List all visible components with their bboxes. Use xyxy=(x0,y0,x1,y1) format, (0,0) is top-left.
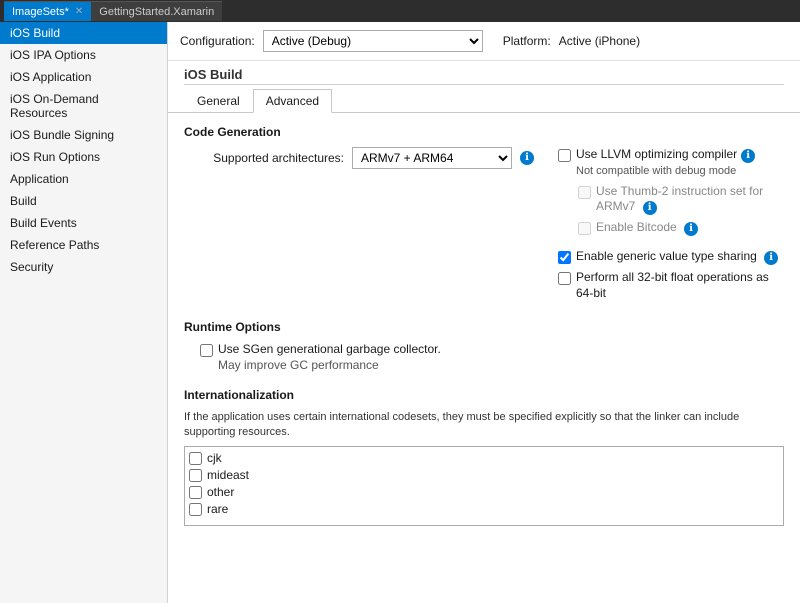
sidebar-item-ios-bundle-signing[interactable]: iOS Bundle Signing xyxy=(0,124,167,146)
sidebar-item-reference-paths[interactable]: Reference Paths xyxy=(0,234,167,256)
bitcode-row: Enable Bitcode ℹ xyxy=(578,220,784,236)
float32-row: Perform all 32-bit float operations as 6… xyxy=(558,270,784,301)
sidebar-item-ios-ipa-options[interactable]: iOS IPA Options xyxy=(0,44,167,66)
llvm-checkbox[interactable] xyxy=(558,149,571,162)
sidebar-item-security[interactable]: Security xyxy=(0,256,167,278)
float32-checkbox[interactable] xyxy=(558,272,571,285)
tab-imagesets[interactable]: ImageSets* ✕ xyxy=(4,1,91,21)
sidebar-item-ios-on-demand[interactable]: iOS On-Demand Resources xyxy=(0,88,167,124)
tab-gettingstarted-label: GettingStarted.Xamarin xyxy=(99,6,214,18)
mideast-checkbox[interactable] xyxy=(189,469,202,482)
intl-list[interactable]: cjk mideast other rare xyxy=(184,446,784,526)
thumb2-checkbox[interactable] xyxy=(578,186,591,199)
tab-imagesets-label: ImageSets* xyxy=(12,6,69,18)
panel-content: Code Generation Supported architectures:… xyxy=(168,113,800,603)
sidebar-item-application[interactable]: Application xyxy=(0,168,167,190)
platform-label: Platform: xyxy=(503,34,551,48)
bitcode-checkbox[interactable] xyxy=(578,222,591,235)
sidebar: iOS Build iOS IPA Options iOS Applicatio… xyxy=(0,22,168,603)
ios-build-header: iOS Build xyxy=(168,61,800,84)
right-column: Use LLVM optimizing compilerℹ Not compat… xyxy=(550,147,784,306)
thumb2-info-icon[interactable]: ℹ xyxy=(643,201,657,215)
list-item: other xyxy=(189,483,779,500)
sgen-checkbox[interactable] xyxy=(200,344,213,357)
intl-header: Internationalization xyxy=(184,388,784,402)
thumb2-row: Use Thumb-2 instruction set for ARMv7 ℹ xyxy=(578,184,784,216)
title-bar: ImageSets* ✕ GettingStarted.Xamarin xyxy=(0,0,800,22)
cjk-checkbox[interactable] xyxy=(189,452,202,465)
sidebar-item-ios-build[interactable]: iOS Build xyxy=(0,22,167,44)
configuration-select[interactable]: Active (Debug) xyxy=(263,30,483,52)
code-generation-layout: Supported architectures: ARMv7 + ARM64 ℹ… xyxy=(184,147,784,306)
sidebar-item-build-events[interactable]: Build Events xyxy=(0,212,167,234)
llvm-row: Use LLVM optimizing compilerℹ Not compat… xyxy=(558,147,784,179)
main-layout: iOS Build iOS IPA Options iOS Applicatio… xyxy=(0,22,800,603)
generic-value-info-icon[interactable]: ℹ xyxy=(764,251,778,265)
arch-info-icon[interactable]: ℹ xyxy=(520,151,534,165)
code-generation-header: Code Generation xyxy=(184,125,784,139)
config-bar: Configuration: Active (Debug) Platform: … xyxy=(168,22,800,61)
llvm-info-icon[interactable]: ℹ xyxy=(741,149,755,163)
generic-value-checkbox[interactable] xyxy=(558,251,571,264)
arch-label: Supported architectures: xyxy=(184,151,344,165)
list-item: rare xyxy=(189,500,779,517)
tab-imagesets-close[interactable]: ✕ xyxy=(75,6,83,17)
internationalization-section: Internationalization If the application … xyxy=(184,388,784,527)
sidebar-item-ios-application[interactable]: iOS Application xyxy=(0,66,167,88)
content-area: Configuration: Active (Debug) Platform: … xyxy=(168,22,800,603)
list-item: cjk xyxy=(189,449,779,466)
tabs-bar: General Advanced xyxy=(168,85,800,113)
runtime-options-section: Runtime Options Use SGen generational ga… xyxy=(184,320,784,373)
rare-checkbox[interactable] xyxy=(189,503,202,516)
arch-field-row: Supported architectures: ARMv7 + ARM64 ℹ xyxy=(184,147,534,169)
configuration-label: Configuration: xyxy=(180,34,255,48)
tab-advanced[interactable]: Advanced xyxy=(253,89,332,113)
bitcode-info-icon[interactable]: ℹ xyxy=(684,222,698,236)
tab-general[interactable]: General xyxy=(184,89,253,113)
sidebar-item-build[interactable]: Build xyxy=(0,190,167,212)
left-column: Supported architectures: ARMv7 + ARM64 ℹ xyxy=(184,147,534,306)
sgen-row: Use SGen generational garbage collector.… xyxy=(200,342,784,373)
arch-select[interactable]: ARMv7 + ARM64 xyxy=(352,147,512,169)
generic-value-row: Enable generic value type sharing ℹ xyxy=(558,249,784,265)
list-item: mideast xyxy=(189,466,779,483)
other-checkbox[interactable] xyxy=(189,486,202,499)
tab-gettingstarted[interactable]: GettingStarted.Xamarin xyxy=(91,1,222,21)
runtime-header: Runtime Options xyxy=(184,320,784,334)
intl-description: If the application uses certain internat… xyxy=(184,410,784,441)
sidebar-item-ios-run-options[interactable]: iOS Run Options xyxy=(0,146,167,168)
platform-value: Active (iPhone) xyxy=(559,34,640,48)
